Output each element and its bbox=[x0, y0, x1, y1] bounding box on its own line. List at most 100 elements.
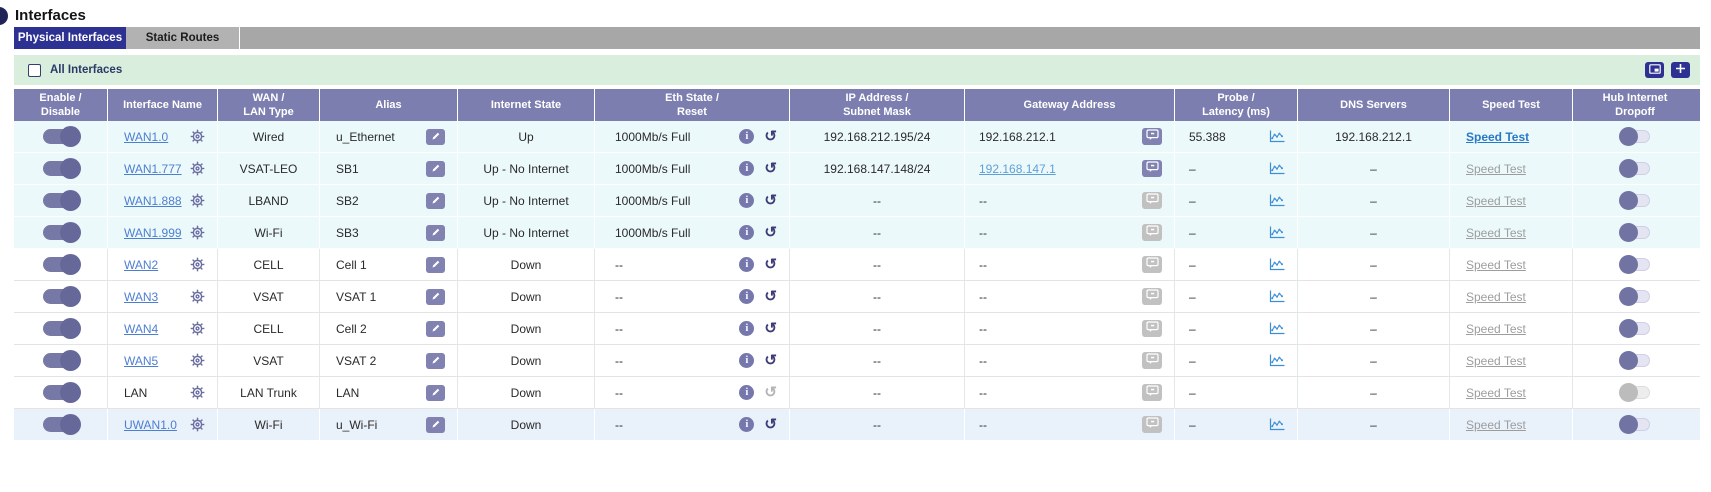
speed-test-link[interactable]: Speed Test bbox=[1466, 290, 1526, 304]
gear-icon[interactable] bbox=[190, 353, 205, 368]
reset-icon[interactable]: ↺ bbox=[764, 161, 777, 176]
pencil-edit-icon bbox=[431, 386, 441, 400]
info-icon[interactable]: i bbox=[739, 129, 754, 144]
edit-alias-button[interactable] bbox=[426, 353, 445, 369]
hub-dropoff-toggle[interactable] bbox=[1620, 418, 1650, 431]
edit-alias-button[interactable] bbox=[426, 417, 445, 433]
edit-alias-button[interactable] bbox=[426, 161, 445, 177]
gear-icon[interactable] bbox=[190, 321, 205, 336]
gateway-monitor-button bbox=[1142, 256, 1162, 273]
hub-dropoff-toggle[interactable] bbox=[1620, 162, 1650, 175]
interface-name-link[interactable]: UWAN1.0 bbox=[124, 418, 177, 432]
line-chart-icon[interactable] bbox=[1269, 354, 1285, 367]
enable-toggle[interactable] bbox=[43, 289, 79, 304]
gear-icon[interactable] bbox=[190, 193, 205, 208]
speed-test-link[interactable]: Speed Test bbox=[1466, 130, 1529, 144]
ip-address-text: -- bbox=[873, 354, 881, 368]
enable-toggle[interactable] bbox=[43, 321, 79, 336]
line-chart-icon[interactable] bbox=[1269, 418, 1285, 431]
edit-alias-button[interactable] bbox=[426, 321, 445, 337]
hub-dropoff-toggle[interactable] bbox=[1620, 258, 1650, 271]
enable-toggle[interactable] bbox=[43, 385, 79, 400]
interface-name-link[interactable]: WAN3 bbox=[124, 290, 158, 304]
all-interfaces-control[interactable]: All Interfaces bbox=[28, 64, 122, 77]
info-icon[interactable]: i bbox=[739, 385, 754, 400]
line-chart-icon[interactable] bbox=[1269, 130, 1285, 143]
speed-test-link[interactable]: Speed Test bbox=[1466, 386, 1526, 400]
interface-name-link[interactable]: WAN1.777 bbox=[124, 162, 182, 176]
interface-name-link[interactable]: WAN1.999 bbox=[124, 226, 182, 240]
hub-dropoff-toggle[interactable] bbox=[1620, 130, 1650, 143]
speed-test-link[interactable]: Speed Test bbox=[1466, 354, 1526, 368]
enable-toggle[interactable] bbox=[43, 129, 79, 144]
reset-icon[interactable]: ↺ bbox=[764, 321, 777, 336]
all-interfaces-checkbox[interactable] bbox=[28, 64, 41, 77]
line-chart-icon[interactable] bbox=[1269, 162, 1285, 175]
hub-dropoff-toggle[interactable] bbox=[1620, 194, 1650, 207]
speed-test-link[interactable]: Speed Test bbox=[1466, 322, 1526, 336]
info-icon[interactable]: i bbox=[739, 161, 754, 176]
reset-icon[interactable]: ↺ bbox=[764, 225, 777, 240]
edit-alias-button[interactable] bbox=[426, 129, 445, 145]
info-icon[interactable]: i bbox=[739, 417, 754, 432]
edit-alias-button[interactable] bbox=[426, 257, 445, 273]
interface-name-cell: WAN1.999 bbox=[108, 217, 218, 248]
gear-icon[interactable] bbox=[190, 129, 205, 144]
gear-icon[interactable] bbox=[190, 289, 205, 304]
interface-name-link[interactable]: WAN4 bbox=[124, 322, 158, 336]
reset-icon[interactable]: ↺ bbox=[764, 417, 777, 432]
info-icon[interactable]: i bbox=[739, 353, 754, 368]
enable-toggle[interactable] bbox=[43, 257, 79, 272]
enable-toggle[interactable] bbox=[43, 193, 79, 208]
tab-physical-interfaces[interactable]: Physical Interfaces bbox=[14, 27, 126, 49]
speed-test-link[interactable]: Speed Test bbox=[1466, 194, 1526, 208]
info-icon[interactable]: i bbox=[739, 225, 754, 240]
gear-icon[interactable] bbox=[190, 225, 205, 240]
line-chart-icon[interactable] bbox=[1269, 322, 1285, 335]
hub-dropoff-toggle[interactable] bbox=[1620, 386, 1650, 399]
gear-icon[interactable] bbox=[190, 257, 205, 272]
reset-icon[interactable]: ↺ bbox=[764, 193, 777, 208]
interface-name-link[interactable]: WAN1.888 bbox=[124, 194, 182, 208]
enable-toggle[interactable] bbox=[43, 161, 79, 176]
edit-alias-button[interactable] bbox=[426, 193, 445, 209]
info-icon[interactable]: i bbox=[739, 193, 754, 208]
edit-alias-button[interactable] bbox=[426, 385, 445, 401]
line-chart-icon[interactable] bbox=[1269, 258, 1285, 271]
enable-toggle[interactable] bbox=[43, 417, 79, 432]
line-chart-icon[interactable] bbox=[1269, 290, 1285, 303]
gear-icon[interactable] bbox=[190, 161, 205, 176]
interface-name-link[interactable]: WAN1.0 bbox=[124, 130, 168, 144]
reset-icon[interactable]: ↺ bbox=[764, 129, 777, 144]
info-icon[interactable]: i bbox=[739, 321, 754, 336]
enable-toggle[interactable] bbox=[43, 353, 79, 368]
line-chart-icon[interactable] bbox=[1269, 194, 1285, 207]
hub-dropoff-toggle[interactable] bbox=[1620, 290, 1650, 303]
gear-icon[interactable] bbox=[190, 417, 205, 432]
reset-icon[interactable]: ↺ bbox=[764, 353, 777, 368]
speed-test-link[interactable]: Speed Test bbox=[1466, 258, 1526, 272]
edit-alias-button[interactable] bbox=[426, 225, 445, 241]
gateway-monitor-button[interactable] bbox=[1142, 128, 1162, 145]
hub-dropoff-toggle[interactable] bbox=[1620, 354, 1650, 367]
reset-icon[interactable]: ↺ bbox=[764, 257, 777, 272]
panel-view-button[interactable] bbox=[1645, 62, 1664, 78]
add-interface-button[interactable] bbox=[1671, 62, 1690, 78]
hub-dropoff-toggle[interactable] bbox=[1620, 322, 1650, 335]
speed-test-link[interactable]: Speed Test bbox=[1466, 418, 1526, 432]
info-icon[interactable]: i bbox=[739, 257, 754, 272]
interface-name-link[interactable]: WAN5 bbox=[124, 354, 158, 368]
gateway-link[interactable]: 192.168.147.1 bbox=[979, 162, 1056, 176]
interface-name-link[interactable]: WAN2 bbox=[124, 258, 158, 272]
tab-static-routes[interactable]: Static Routes bbox=[126, 27, 240, 49]
line-chart-icon[interactable] bbox=[1269, 226, 1285, 239]
speed-test-link[interactable]: Speed Test bbox=[1466, 162, 1526, 176]
gear-icon[interactable] bbox=[190, 385, 205, 400]
reset-icon[interactable]: ↺ bbox=[764, 289, 777, 304]
edit-alias-button[interactable] bbox=[426, 289, 445, 305]
info-icon[interactable]: i bbox=[739, 289, 754, 304]
hub-dropoff-toggle[interactable] bbox=[1620, 226, 1650, 239]
gateway-monitor-button[interactable] bbox=[1142, 160, 1162, 177]
enable-toggle[interactable] bbox=[43, 225, 79, 240]
speed-test-link[interactable]: Speed Test bbox=[1466, 226, 1526, 240]
